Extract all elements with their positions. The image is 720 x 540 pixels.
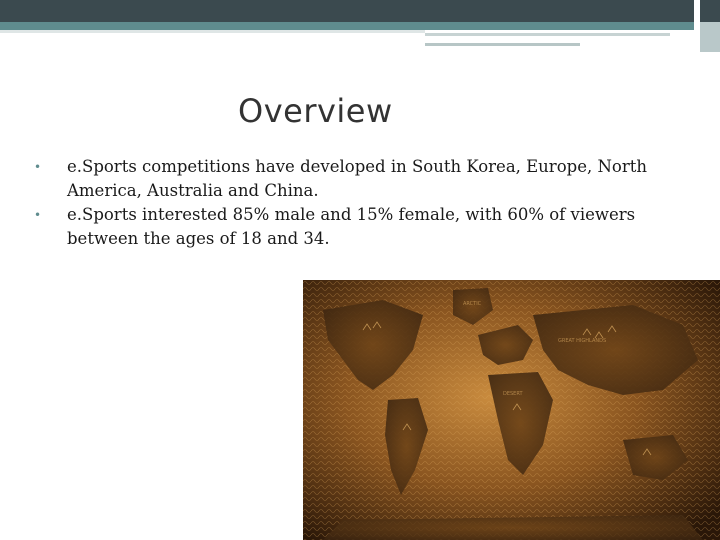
bullet-item: • e.Sports competitions have developed i… xyxy=(30,155,690,203)
header-line xyxy=(425,43,580,46)
map-label: GREAT HIGHLANDS xyxy=(558,338,606,344)
bullet-dot-icon: • xyxy=(34,208,42,222)
bullet-item: • e.Sports interested 85% male and 15% f… xyxy=(30,203,690,251)
bullet-text: e.Sports interested 85% male and 15% fem… xyxy=(67,205,636,248)
world-map-icon: GREAT HIGHLANDS ARCTIC DESERT xyxy=(303,280,720,540)
header-bar-teal xyxy=(0,22,720,30)
header-bar-dark xyxy=(0,0,720,22)
bullet-text: e.Sports competitions have developed in … xyxy=(67,157,647,200)
slide-title: Overview xyxy=(238,92,393,130)
header-line xyxy=(0,30,425,33)
header-corner-block xyxy=(700,22,720,52)
header-line xyxy=(425,33,670,36)
map-label: DESERT xyxy=(503,391,523,397)
bullet-list: • e.Sports competitions have developed i… xyxy=(30,155,690,251)
map-label: ARCTIC xyxy=(463,301,482,307)
slide: Overview • e.Sports competitions have de… xyxy=(0,0,720,540)
bullet-dot-icon: • xyxy=(34,160,42,174)
header-gap xyxy=(694,0,700,30)
world-map-image: GREAT HIGHLANDS ARCTIC DESERT xyxy=(303,280,720,540)
